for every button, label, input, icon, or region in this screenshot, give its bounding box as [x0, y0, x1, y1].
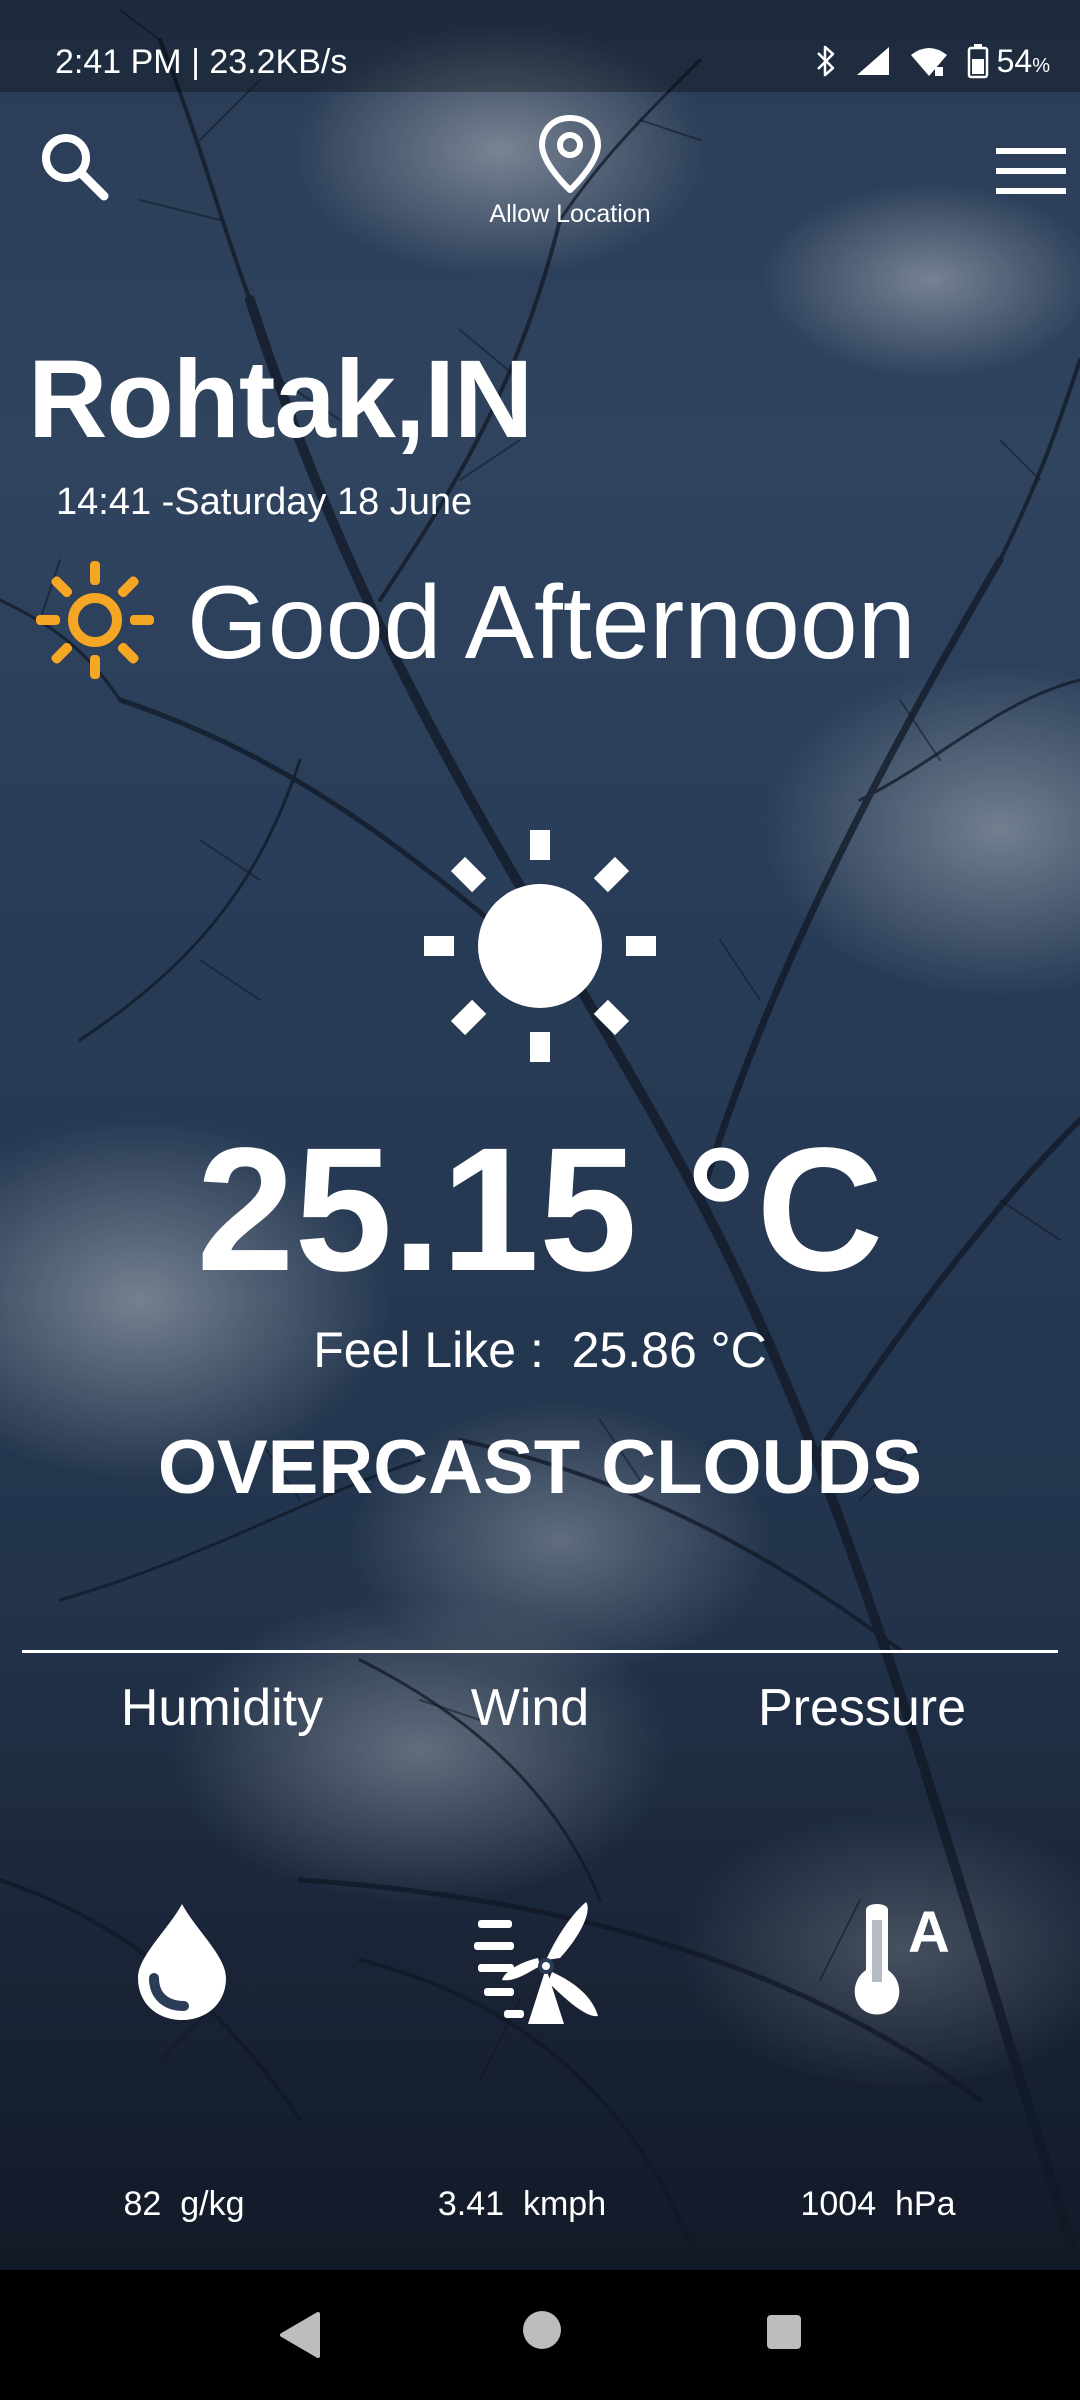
pressure-label: Pressure — [757, 1679, 967, 1737]
bluetooth-icon — [816, 45, 834, 77]
search-button[interactable] — [36, 128, 116, 208]
status-bar: 2:41 PM | 23.2KB/s 54% — [0, 0, 1080, 92]
city-name: Rohtak,IN — [28, 338, 533, 461]
greeting: Good Afternoon — [30, 555, 1070, 695]
home-circle-icon[interactable] — [520, 2308, 564, 2352]
feels-like: Feel Like : 25.86 °C — [0, 1320, 1080, 1380]
battery-percentage: 54% — [996, 42, 1050, 79]
back-triangle-icon[interactable] — [270, 2310, 330, 2360]
status-time: 2:41 PM | 23.2KB/s — [55, 43, 348, 81]
feels-like-value: 25.86 °C — [571, 1322, 767, 1378]
search-icon — [42, 134, 109, 201]
local-date: -Saturday 18 June — [161, 481, 473, 523]
battery-icon — [967, 44, 988, 79]
current-temperature: 25.15 °C — [196, 1112, 884, 1308]
svg-text:A: A — [908, 1900, 950, 1965]
wifi-icon — [910, 48, 947, 76]
wind-label: Wind — [470, 1679, 590, 1737]
recents-square-icon[interactable] — [764, 2312, 804, 2352]
allow-location-label: Allow Location — [489, 200, 651, 228]
local-time: 14:41 — [56, 481, 152, 523]
hamburger-menu-icon — [996, 148, 1066, 194]
menu-button[interactable] — [990, 142, 1070, 202]
divider — [22, 1650, 1058, 1653]
navigation-bar — [0, 2270, 1080, 2400]
sun-icon — [36, 561, 154, 679]
status-icons: 54% — [797, 36, 1050, 86]
wind-turbine-icon — [474, 1902, 598, 2024]
weather-sun-icon — [424, 830, 656, 1062]
water-drop-icon — [138, 1904, 226, 2020]
cellular-signal-icon — [856, 47, 889, 75]
pressure-value: 1004 hPa — [800, 2185, 956, 2223]
humidity-label: Humidity — [120, 1679, 324, 1737]
feels-like-label: Feel Like : — [313, 1322, 544, 1378]
thermometer-icon: A — [854, 1900, 950, 2015]
wind-value: 3.41 kmph — [437, 2185, 607, 2223]
weather-condition: OVERCAST CLOUDS — [157, 1425, 923, 1510]
map-pin-icon — [539, 115, 601, 193]
weather-screen: 2:41 PM | 23.2KB/s 54% Allow Location Ro… — [0, 0, 1080, 2400]
allow-location-button[interactable]: Allow Location — [440, 112, 700, 242]
humidity-value: 82 g/kg — [123, 2185, 245, 2223]
date-time: 14:41 -Saturday 18 June — [56, 478, 472, 526]
greeting-text: Good Afternoon — [187, 565, 916, 681]
